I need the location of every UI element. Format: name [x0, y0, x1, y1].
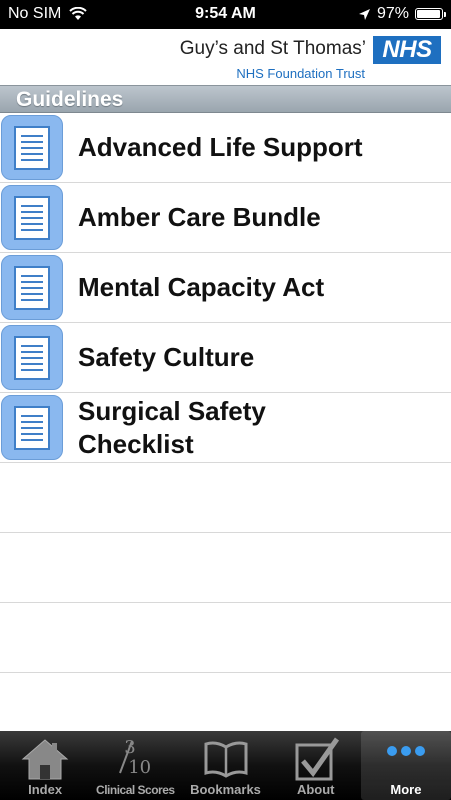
tab-clinical-scores[interactable]: 3 10 Clinical Scores	[90, 731, 180, 800]
empty-row	[0, 603, 451, 673]
tab-more[interactable]: More	[360, 731, 451, 800]
location-arrow-icon	[358, 8, 370, 20]
trust-name: NHS Foundation Trust	[236, 66, 365, 81]
tab-index[interactable]: Index	[0, 731, 90, 800]
tab-label: Clinical Scores	[96, 783, 175, 797]
tab-about[interactable]: About	[271, 731, 361, 800]
empty-row	[0, 463, 451, 533]
document-icon	[1, 185, 63, 250]
tab-bar: Index 3 10 Clinical Scores Bookmarks Abo…	[0, 731, 451, 800]
brand-header: Guy’s and St Thomas’ NHS Foundation Trus…	[0, 29, 451, 85]
ellipsis-icon	[386, 746, 425, 756]
section-title: Guidelines	[16, 88, 124, 111]
list-item-label: Advanced Life Support	[78, 132, 363, 162]
section-header: Guidelines	[0, 85, 451, 113]
book-icon	[204, 741, 247, 778]
list-item[interactable]: Advanced Life Support	[0, 113, 451, 183]
battery-percent: 97%	[376, 5, 409, 22]
document-icon	[1, 255, 63, 320]
status-bar: No SIM 9:54 AM 97%	[0, 0, 451, 29]
org-name: Guy’s and St Thomas’	[179, 38, 366, 59]
house-icon	[21, 739, 69, 780]
list-item-label: Surgical Safety Checklist	[78, 395, 266, 459]
document-icon	[1, 325, 63, 390]
fraction-denominator: 10	[128, 757, 152, 778]
list-item-label: Mental Capacity Act	[78, 272, 325, 302]
tab-label: More	[390, 782, 422, 797]
tab-label: About	[296, 782, 335, 797]
list-item-label: Safety Culture	[78, 342, 255, 372]
tab-bookmarks[interactable]: Bookmarks	[180, 731, 270, 800]
list-item[interactable]: Amber Care Bundle	[0, 183, 451, 253]
guidelines-list: Advanced Life Support Amber Care Bundle …	[0, 113, 451, 673]
document-icon	[1, 115, 63, 180]
list-item[interactable]: Mental Capacity Act	[0, 253, 451, 323]
list-item[interactable]: Surgical Safety Checklist	[0, 393, 451, 463]
tab-label: Bookmarks	[190, 782, 261, 797]
list-item[interactable]: Safety Culture	[0, 323, 451, 393]
battery-fill	[417, 10, 441, 18]
battery-icon	[415, 8, 446, 20]
list-item-label: Amber Care Bundle	[78, 202, 321, 232]
empty-row	[0, 533, 451, 603]
nhs-logo: NHS	[373, 36, 441, 64]
status-right: 97%	[358, 5, 446, 23]
tab-label: Index	[28, 782, 63, 797]
document-icon	[1, 395, 63, 460]
checkbox-icon	[295, 737, 339, 781]
